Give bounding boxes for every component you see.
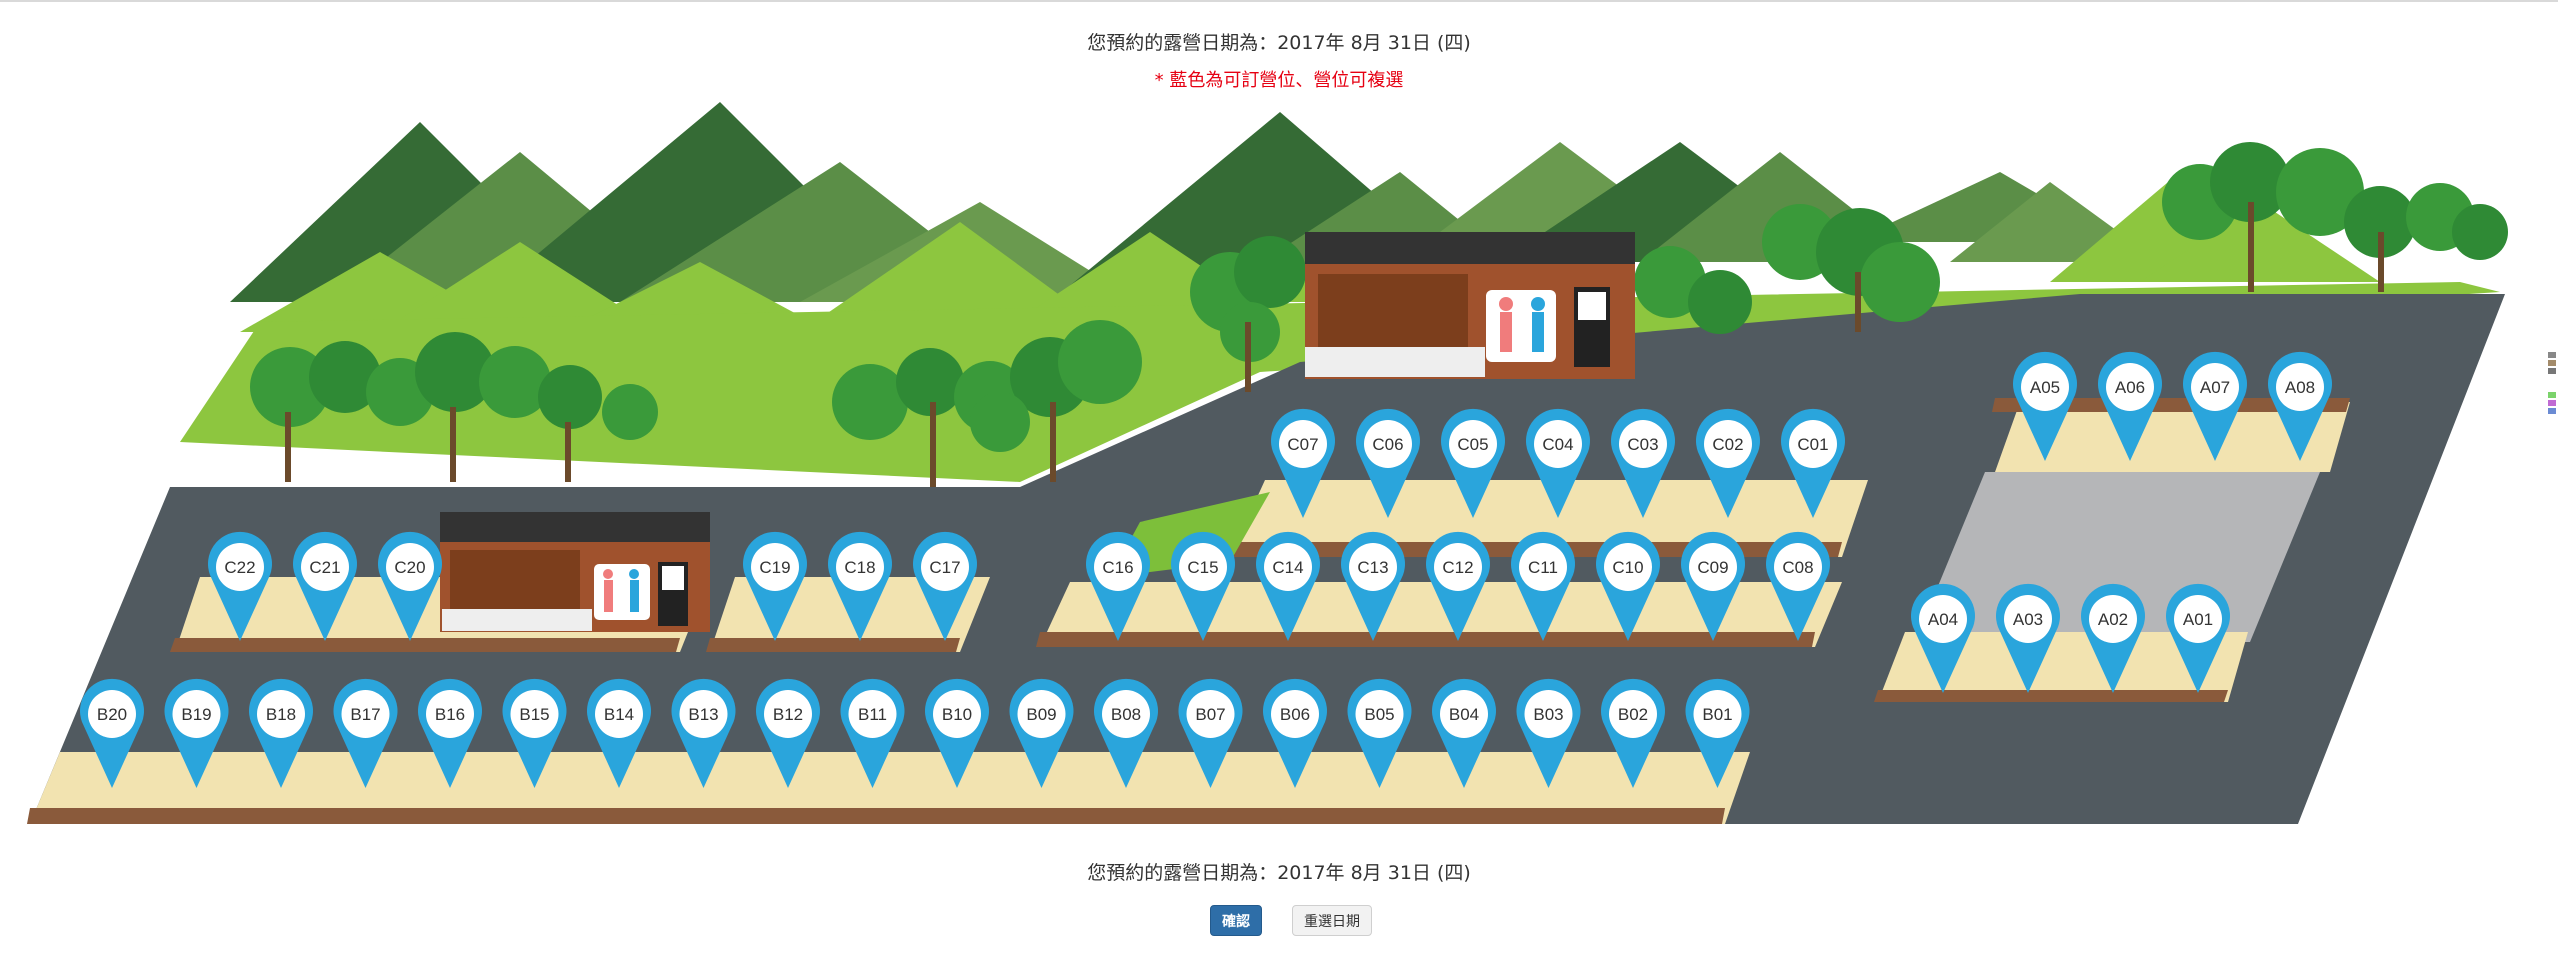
- campsite-label: C03: [1627, 435, 1658, 454]
- campsite-label: B08: [1111, 705, 1141, 724]
- campsite-label: B20: [97, 705, 127, 724]
- campsite-label: C06: [1372, 435, 1403, 454]
- campsite-label: B19: [181, 705, 211, 724]
- campsite-label: C18: [844, 558, 875, 577]
- campsite-label: C04: [1542, 435, 1573, 454]
- restroom-building-small: [440, 512, 710, 632]
- campsite-label: C08: [1782, 558, 1813, 577]
- campsite-label: C12: [1442, 558, 1473, 577]
- campsite-label: A06: [2115, 378, 2145, 397]
- campsite-label: B07: [1195, 705, 1225, 724]
- campsite-label: C07: [1287, 435, 1318, 454]
- restroom-building-large: [1305, 232, 1635, 379]
- campsite-label: A02: [2098, 610, 2128, 629]
- campsite-label: C16: [1102, 558, 1133, 577]
- campsite-label: C21: [309, 558, 340, 577]
- campsite-label: C09: [1697, 558, 1728, 577]
- campsite-map: A05 A06 A07 A08 A04 A03 A02 A01 B20 B19 B18 B17 B16 B…: [27, 102, 2508, 824]
- campsite-label: B15: [519, 705, 549, 724]
- campsite-label: C17: [929, 558, 960, 577]
- campsite-label: C19: [759, 558, 790, 577]
- campsite-label: B10: [942, 705, 972, 724]
- campsite-label: C22: [224, 558, 255, 577]
- campsite-label: A07: [2200, 378, 2230, 397]
- campsite-label: C02: [1712, 435, 1743, 454]
- confirm-button[interactable]: 確認: [1210, 905, 1262, 936]
- campsite-label: B09: [1026, 705, 1056, 724]
- campsite-label: B11: [858, 705, 887, 724]
- campsite-label: B05: [1364, 705, 1394, 724]
- campsite-label: C13: [1357, 558, 1388, 577]
- campsite-label: A01: [2183, 610, 2213, 629]
- campsite-label: B03: [1533, 705, 1563, 724]
- campsite-label: B16: [435, 705, 465, 724]
- campsite-label: B12: [773, 705, 803, 724]
- color-legend-strip: [2548, 352, 2556, 414]
- campsite-label: A08: [2285, 378, 2315, 397]
- campsite-label: A04: [1928, 610, 1958, 629]
- campsite-label: B01: [1702, 705, 1732, 724]
- campsite-label: B18: [266, 705, 296, 724]
- campsite-label: A03: [2013, 610, 2043, 629]
- campsite-label: B06: [1280, 705, 1310, 724]
- campsite-label: C15: [1187, 558, 1218, 577]
- campsite-label: B13: [688, 705, 718, 724]
- campsite-label: B04: [1449, 705, 1479, 724]
- campsite-label: A05: [2030, 378, 2060, 397]
- campsite-label: C11: [1528, 558, 1558, 577]
- campsite-label: C01: [1797, 435, 1828, 454]
- campsite-label: B02: [1618, 705, 1648, 724]
- campsite-label: C14: [1272, 558, 1303, 577]
- campsite-label: C20: [394, 558, 425, 577]
- reselect-date-button[interactable]: 重選日期: [1292, 905, 1372, 936]
- campsite-label: C05: [1457, 435, 1488, 454]
- campsite-label: B17: [350, 705, 380, 724]
- campsite-label: C10: [1612, 558, 1643, 577]
- reservation-date-footer: 您預約的露營日期為：2017年 8月 31日 (四): [1087, 862, 1471, 884]
- campsite-label: B14: [604, 705, 634, 724]
